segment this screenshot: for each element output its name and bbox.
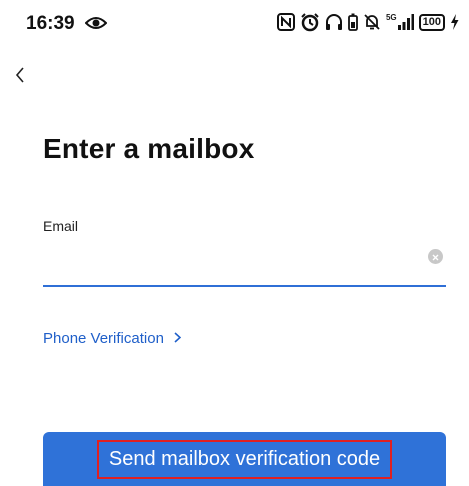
chevron-right-icon (174, 330, 182, 347)
clear-input-button[interactable] (428, 249, 443, 264)
back-chevron-icon (15, 66, 25, 88)
send-verification-code-label: Send mailbox verification code (96, 439, 393, 479)
battery-icon: 100 (418, 13, 445, 31)
phone-verification-link[interactable]: Phone Verification (43, 330, 182, 347)
email-input[interactable] (43, 240, 423, 280)
charging-icon (450, 14, 459, 30)
phone-verification-label: Phone Verification (43, 330, 164, 347)
headphones-icon (325, 13, 343, 31)
email-underline (43, 285, 446, 287)
back-button[interactable] (8, 64, 32, 90)
status-bar: 16:39 5G 100 (0, 0, 469, 46)
page-title: Enter a mailbox (43, 133, 255, 164)
device-battery-icon (348, 13, 358, 31)
network-label: 5G (385, 13, 397, 22)
status-time: 16:39 (26, 13, 75, 34)
mute-icon (363, 13, 381, 31)
signal-icon: 5G (386, 14, 414, 30)
send-verification-code-button[interactable]: Send mailbox verification code (43, 432, 446, 486)
email-label: Email (43, 218, 79, 234)
nfc-icon (276, 13, 295, 31)
clear-icon (432, 248, 439, 266)
status-icons: 5G 100 (276, 12, 459, 32)
alarm-icon (300, 12, 320, 32)
screen: 16:39 5G 100 Enter a mailbox Email Phone… (0, 0, 469, 486)
eye-icon (84, 14, 108, 37)
